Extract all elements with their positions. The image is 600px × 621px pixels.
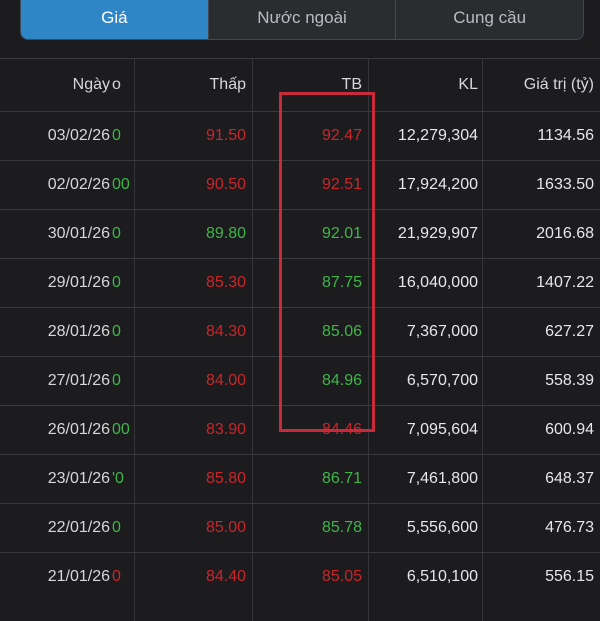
header-clipped: o [112,76,121,93]
row-clipped-value: 0 [112,372,121,389]
avg-column-highlight-box [279,92,375,432]
row-low: 85.00 [205,519,246,536]
row-date: 21/01/26 [47,568,110,585]
row-low: 90.50 [205,176,246,193]
header-value[interactable]: Giá trị (tỷ) [486,59,594,111]
row-clipped-value: 0 [112,323,121,340]
row-value: 648.37 [545,470,594,487]
row-clipped-value: 0 [112,519,121,536]
row-low: 84.40 [205,568,246,585]
segmented-control: Giá Nước ngoài Cung cầu [20,0,584,40]
row-value: 476.73 [545,519,594,536]
row-low: 89.80 [205,225,246,242]
row-value: 627.27 [545,323,594,340]
row-date: 03/02/26 [47,127,110,144]
row-clipped-value: 0 [112,274,121,291]
tab-bar: Giá Nước ngoài Cung cầu [0,0,600,58]
row-clipped-value: 0 [112,568,121,585]
row-value: 558.39 [545,372,594,389]
row-clipped-value: 0 [112,127,121,144]
tab-cung-cau[interactable]: Cung cầu [395,0,583,39]
row-volume: 21,929,907 [397,225,478,242]
row-low: 83.90 [205,421,246,438]
tab-gia[interactable]: Giá [21,0,208,39]
row-volume: 7,367,000 [406,323,478,340]
row-date: 23/01/26 [47,470,110,487]
row-clipped-value: 0 [112,225,121,242]
row-volume: 7,461,800 [406,470,478,487]
row-volume: 6,510,100 [406,568,478,585]
row-low: 91.50 [205,127,246,144]
row-low: 85.80 [205,470,246,487]
row-clipped-value: 00 [112,176,130,193]
row-volume: 6,570,700 [406,372,478,389]
row-avg: 86.71 [321,470,362,487]
row-clipped-value: 00 [112,421,130,438]
row-low: 84.00 [205,372,246,389]
row-date: 26/01/26 [47,421,110,438]
row-volume: 16,040,000 [397,274,478,291]
row-value: 1633.50 [536,176,594,193]
row-volume: 12,279,304 [397,127,478,144]
row-avg: 85.05 [321,568,362,585]
row-avg: 85.78 [321,519,362,536]
row-date: 27/01/26 [47,372,110,389]
row-date: 22/01/26 [47,519,110,536]
row-date: 30/01/26 [47,225,110,242]
row-date: 28/01/26 [47,323,110,340]
row-value: 1407.22 [536,274,594,291]
table-row[interactable]: 23/01/26'0 85.80 86.71 7,461,800 648.37 [0,454,600,503]
row-low: 84.30 [205,323,246,340]
header-volume[interactable]: KL [370,59,478,111]
table-row[interactable]: 22/01/26 0 85.00 85.78 5,556,600 476.73 [0,503,600,552]
header-low[interactable]: Thấp [140,59,246,111]
row-date: 02/02/26 [47,176,110,193]
table-row[interactable]: 21/01/26 0 84.40 85.05 6,510,100 556.15 [0,552,600,601]
tab-nuoc-ngoai[interactable]: Nước ngoài [207,0,396,39]
row-volume: 5,556,600 [406,519,478,536]
row-low: 85.30 [205,274,246,291]
row-value: 556.15 [545,568,594,585]
row-value: 1134.56 [537,127,594,144]
row-clipped-value: '0 [112,470,124,487]
row-volume: 17,924,200 [397,176,478,193]
row-volume: 7,095,604 [406,421,478,438]
row-date: 29/01/26 [47,274,110,291]
row-value: 600.94 [545,421,594,438]
row-value: 2016.68 [536,225,594,242]
header-date[interactable]: Ngày [0,59,110,111]
